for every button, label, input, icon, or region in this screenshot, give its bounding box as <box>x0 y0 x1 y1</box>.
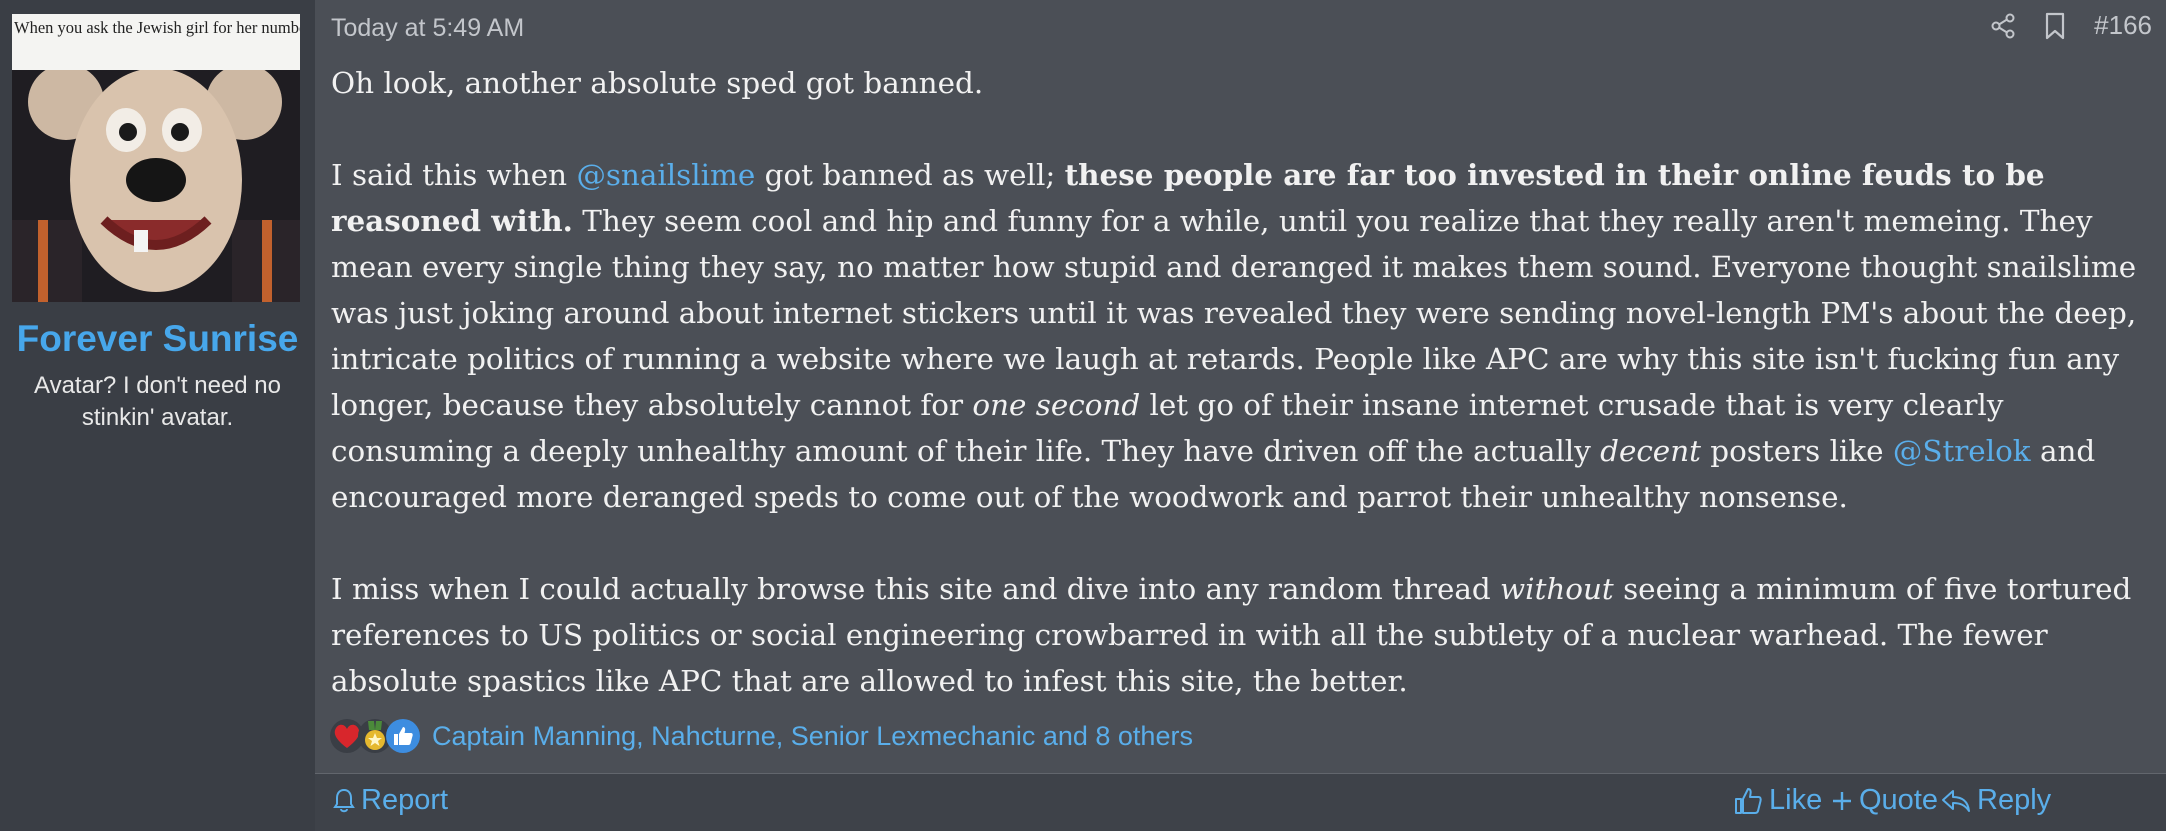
mention-link-strelok[interactable]: @Strelok <box>1893 434 2031 468</box>
post-meta-actions: #166 <box>1990 10 2152 41</box>
mention-link-snailslime[interactable]: @snailslime <box>576 158 755 192</box>
user-title: Avatar? I don't need no stinkin' avatar. <box>34 372 281 431</box>
like-label: Like <box>1769 784 1823 816</box>
report-label: Report <box>361 784 449 816</box>
post-number-link[interactable]: #166 <box>2094 10 2152 41</box>
post-paragraph-3: I miss when I could actually browse this… <box>331 572 2132 698</box>
bell-icon <box>333 788 355 812</box>
post-footer: Report Like Quote Reply <box>315 773 2166 831</box>
avatar-face-image <box>12 70 300 302</box>
like-button[interactable]: Like <box>1733 784 1822 817</box>
share-icon[interactable] <box>1990 13 2016 39</box>
thumbs-up-icon <box>1735 787 1762 814</box>
user-sidebar: When you ask the Jewish girl for her num… <box>0 0 315 830</box>
avatar-caption: When you ask the Jewish girl for her num… <box>12 14 300 70</box>
reaction-users-link[interactable]: Captain Manning, Nahcturne, Senior Lexme… <box>432 721 1193 752</box>
reply-label: Reply <box>1977 784 2052 816</box>
bookmark-icon[interactable] <box>2044 12 2066 40</box>
thumbs-up-reaction-icon <box>386 719 420 753</box>
reply-button[interactable]: Reply <box>1941 784 2051 817</box>
plus-icon <box>1833 791 1851 810</box>
reactions-bar: Captain Manning, Nahcturne, Senior Lexme… <box>330 719 1193 753</box>
post-timestamp[interactable]: Today at 5:49 AM <box>331 14 524 43</box>
post-main: Today at 5:49 AM #166 Oh look, another a… <box>315 0 2166 831</box>
post-paragraph-1: Oh look, another absolute sped got banne… <box>331 66 984 100</box>
avatar[interactable]: When you ask the Jewish girl for her num… <box>12 14 300 302</box>
quote-button[interactable]: Quote <box>1831 784 1938 817</box>
forum-post: When you ask the Jewish girl for her num… <box>0 0 2166 831</box>
post-body: Oh look, another absolute sped got banne… <box>331 60 2151 750</box>
username[interactable]: Forever Sunrise <box>0 318 315 360</box>
post-paragraph-2: I said this when @snailslime got banned … <box>331 157 2137 514</box>
reply-arrow-icon <box>1942 789 1970 812</box>
report-button[interactable]: Report <box>333 784 448 817</box>
quote-label: Quote <box>1859 784 1938 816</box>
